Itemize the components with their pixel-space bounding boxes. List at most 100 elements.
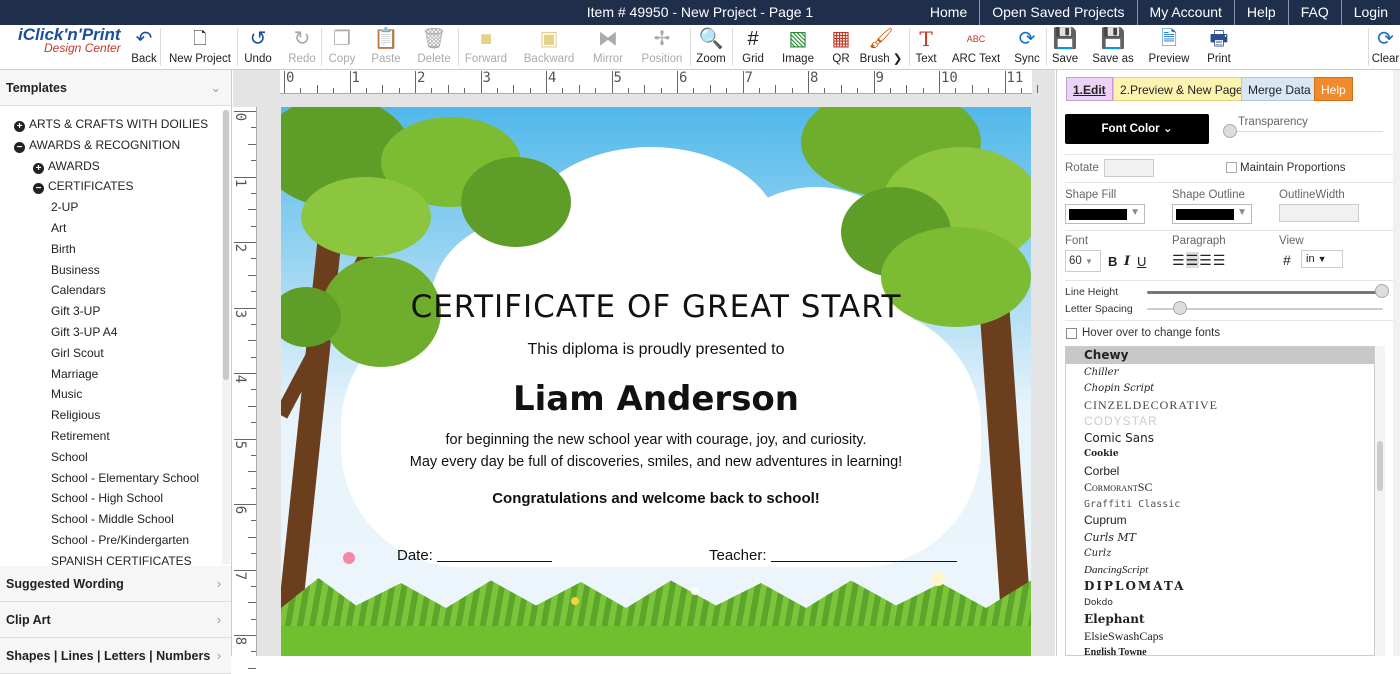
tree-item[interactable]: Calendars xyxy=(51,280,106,300)
font-option[interactable]: CINZELDECORATIVE xyxy=(1066,397,1374,414)
arc-text-button[interactable]: ABC ARC Text xyxy=(950,25,1002,69)
font-option[interactable]: CODYSTAR xyxy=(1066,413,1374,430)
shape-outline-select[interactable]: ▼ xyxy=(1172,204,1252,224)
tab-preview-new-page[interactable]: 2.Preview & New Page xyxy=(1113,77,1250,101)
section-suggested-wording[interactable]: Suggested Wording › xyxy=(0,566,231,602)
page-scrollbar[interactable] xyxy=(1393,70,1400,656)
certificate-canvas[interactable]: CERTIFICATE OF GREAT START This diploma … xyxy=(281,107,1031,656)
redo-button[interactable]: ↻ Redo xyxy=(285,25,319,69)
line-height-knob[interactable] xyxy=(1375,284,1389,298)
font-option[interactable]: Chopin Script xyxy=(1066,380,1374,397)
expand-icon[interactable]: + xyxy=(14,121,25,132)
image-button[interactable]: ▧ Image xyxy=(780,25,816,69)
forward-button[interactable]: ■ Forward xyxy=(462,25,510,69)
tree-item[interactable]: School xyxy=(51,447,88,467)
tab-merge-data[interactable]: Merge Data xyxy=(1241,77,1318,101)
font-option[interactable]: DancingScript xyxy=(1066,562,1374,579)
tree-item[interactable]: School - Elementary School xyxy=(51,468,199,488)
congratulations-text[interactable]: Congratulations and welcome back to scho… xyxy=(281,490,1031,507)
underline-button[interactable]: U xyxy=(1137,254,1146,269)
position-button[interactable]: ✢ Position xyxy=(640,25,684,69)
collapse-icon[interactable]: − xyxy=(14,141,25,153)
font-option[interactable]: Chewy xyxy=(1066,347,1374,364)
section-templates[interactable]: Templates ⌄ xyxy=(0,70,231,106)
nav-home[interactable]: Home xyxy=(918,0,979,25)
hover-fonts-checkbox[interactable] xyxy=(1066,328,1077,339)
bold-button[interactable]: B xyxy=(1108,254,1117,269)
preview-button[interactable]: 🗎 Preview xyxy=(1146,25,1192,69)
align-justify-icon[interactable]: ☰ xyxy=(1213,252,1227,268)
maintain-proportions-checkbox[interactable] xyxy=(1226,162,1237,173)
certificate-line-2[interactable]: May every day be full of discoveries, sm… xyxy=(281,454,1031,470)
tab-help[interactable]: Help xyxy=(1314,77,1353,101)
align-center-icon[interactable]: ☰ xyxy=(1185,252,1200,268)
nav-help[interactable]: Help xyxy=(1233,0,1288,25)
tree-item[interactable]: + AWARDS xyxy=(33,156,100,176)
text-button[interactable]: T Text xyxy=(912,25,940,69)
nav-open-saved-projects[interactable]: Open Saved Projects xyxy=(979,0,1136,25)
date-signature[interactable]: Date: xyxy=(397,547,553,564)
nav-login[interactable]: Login xyxy=(1340,0,1400,25)
transparency-knob[interactable] xyxy=(1223,124,1237,138)
font-option[interactable]: Chiller xyxy=(1066,364,1374,381)
qr-button[interactable]: ▦ QR xyxy=(828,25,854,69)
brush-button[interactable]: 🖌 Brush ❯ xyxy=(858,25,904,69)
collapse-icon[interactable]: − xyxy=(33,183,44,195)
save-as-button[interactable]: 💾 Save as xyxy=(1092,25,1134,69)
zoom-button[interactable]: 🔍 Zoom xyxy=(694,25,728,69)
view-unit-select[interactable]: in ▼ xyxy=(1301,250,1343,268)
align-right-icon[interactable]: ☰ xyxy=(1199,252,1213,268)
clear-button[interactable]: ⟳ Clear xyxy=(1371,25,1400,69)
section-shapes[interactable]: Shapes | Lines | Letters | Numbers › xyxy=(0,638,231,674)
tree-item[interactable]: Art xyxy=(51,218,66,238)
undo-button[interactable]: ↺ Undo xyxy=(242,25,274,69)
certificate-subtitle[interactable]: This diploma is proudly presented to xyxy=(281,341,1031,359)
font-option[interactable]: Corbel xyxy=(1066,463,1374,480)
shape-fill-select[interactable]: ▼ xyxy=(1065,204,1145,224)
scroll-thumb[interactable] xyxy=(223,110,229,380)
tree-item[interactable]: School - Middle School xyxy=(51,509,174,529)
tree-item[interactable]: Marriage xyxy=(51,364,98,384)
backward-button[interactable]: ▣ Backward xyxy=(522,25,576,69)
transparency-slider[interactable] xyxy=(1233,131,1383,132)
tree-item[interactable]: 2-UP xyxy=(51,197,78,217)
tree-item[interactable]: Girl Scout xyxy=(51,343,104,363)
tree-item[interactable]: − CERTIFICATES xyxy=(33,176,134,196)
font-option[interactable]: Elephant xyxy=(1066,611,1374,628)
copy-button[interactable]: ❐ Copy xyxy=(326,25,358,69)
teacher-signature[interactable]: Teacher: xyxy=(709,547,957,564)
grid-view-icon[interactable]: # xyxy=(1283,252,1291,268)
font-option[interactable]: Cookie xyxy=(1066,446,1374,463)
font-option[interactable]: Cuprum xyxy=(1066,512,1374,529)
font-option[interactable]: Curls MT xyxy=(1066,529,1374,546)
sync-button[interactable]: ⟳ Sync xyxy=(1012,25,1042,69)
outline-width-input[interactable] xyxy=(1279,204,1359,222)
line-height-slider[interactable] xyxy=(1147,291,1383,294)
font-list-scrollbar[interactable] xyxy=(1375,346,1385,656)
font-option[interactable]: DIPLOMATA xyxy=(1066,578,1374,595)
tree-item[interactable]: Birth xyxy=(51,239,76,259)
tree-item[interactable]: School - High School xyxy=(51,488,163,508)
tree-item[interactable]: Retirement xyxy=(51,426,110,446)
scroll-thumb[interactable] xyxy=(1377,441,1383,491)
font-option[interactable]: Curlz xyxy=(1066,545,1374,562)
align-left-icon[interactable]: ☰ xyxy=(1172,252,1186,268)
section-clip-art[interactable]: Clip Art › xyxy=(0,602,231,638)
print-button[interactable]: 🖶 Print xyxy=(1204,25,1234,69)
font-option[interactable]: Graffiti Classic xyxy=(1066,496,1374,513)
tab-edit[interactable]: 1.Edit xyxy=(1066,77,1113,101)
tree-item[interactable]: Religious xyxy=(51,405,100,425)
logo[interactable]: iClick'n'Print Design Center xyxy=(18,25,130,55)
font-color-button[interactable]: Font Color ⌄ xyxy=(1065,114,1209,144)
delete-button[interactable]: 🗑 Delete xyxy=(414,25,454,69)
tree-item[interactable]: Music xyxy=(51,384,82,404)
rotate-input[interactable] xyxy=(1104,159,1154,177)
sidebar-scrollbar[interactable] xyxy=(222,110,230,564)
letter-spacing-knob[interactable] xyxy=(1173,301,1187,315)
nav-my-account[interactable]: My Account xyxy=(1136,0,1234,25)
expand-icon[interactable]: + xyxy=(33,162,44,174)
save-button[interactable]: 💾 Save xyxy=(1050,25,1080,69)
back-button[interactable]: ↶ Back xyxy=(128,25,160,69)
tree-item[interactable]: Gift 3-UP A4 xyxy=(51,322,117,342)
mirror-button[interactable]: ⧓ Mirror xyxy=(590,25,626,69)
